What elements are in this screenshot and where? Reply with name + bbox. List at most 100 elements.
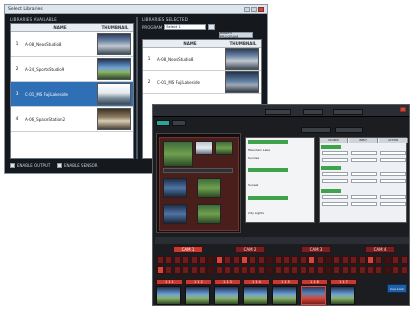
pad-button[interactable] [232, 266, 240, 274]
pad-button[interactable] [173, 256, 181, 264]
pad-button[interactable] [316, 256, 324, 264]
pad-button[interactable] [308, 256, 316, 264]
pad-button[interactable] [400, 266, 408, 274]
pad-button[interactable] [291, 256, 299, 264]
pad-button[interactable] [241, 266, 248, 274]
grid-cell[interactable] [351, 172, 377, 176]
library-row-selected[interactable]: 3 C-01_MS FujiLakeside [11, 82, 133, 107]
pad-button[interactable] [283, 256, 290, 264]
pad-button[interactable] [333, 266, 341, 274]
pad-button[interactable] [215, 266, 223, 274]
cue-thumbnail[interactable] [330, 286, 355, 305]
library-row[interactable]: 1 A-08_NeosStudio8 [11, 32, 133, 57]
pad-button[interactable] [165, 266, 173, 274]
tree-item[interactable]: Sunset [248, 182, 258, 187]
pad-button[interactable] [367, 256, 374, 264]
pad-button[interactable] [383, 266, 391, 274]
toolbar-button[interactable] [301, 127, 331, 133]
program-dropdown[interactable]: Select 1 [164, 24, 207, 30]
grid-cell[interactable] [351, 151, 377, 155]
pad-button[interactable] [392, 256, 400, 264]
cue-header[interactable]: 1 1 7 [330, 279, 357, 285]
library-row[interactable]: 4 A-06_SpaceStation2 [11, 107, 133, 132]
cue-header[interactable]: 1 1 5 [272, 279, 299, 285]
pad-button[interactable] [241, 256, 248, 264]
pad-button[interactable] [367, 266, 374, 274]
cue-header[interactable]: 1 1 4 [243, 279, 270, 285]
pad-button[interactable] [182, 266, 190, 274]
pad-button[interactable] [358, 256, 366, 264]
tree-item[interactable]: Sunrise [248, 155, 259, 160]
grid-cell[interactable] [351, 158, 377, 162]
pad-button[interactable] [350, 256, 358, 264]
enable-sensor-checkbox[interactable]: ENABLE SENSOR [57, 163, 98, 168]
pad-button[interactable] [325, 256, 332, 264]
pad-button[interactable] [375, 266, 383, 274]
pad-button[interactable] [358, 266, 366, 274]
selected-library-row[interactable]: 1 A-08_NeosStudio8 [143, 48, 261, 71]
pad-button[interactable] [266, 256, 274, 264]
zone-thumbnail[interactable] [163, 204, 187, 224]
pad-button[interactable] [207, 256, 215, 264]
grid-cell[interactable] [351, 202, 377, 206]
pad-button[interactable] [157, 256, 164, 264]
cue-thumbnail-active[interactable] [301, 286, 326, 305]
pad-button[interactable] [266, 266, 274, 274]
pad-button[interactable] [333, 256, 341, 264]
grid-cell[interactable] [380, 151, 406, 155]
pad-button[interactable] [274, 256, 282, 264]
minimize-icon[interactable] [244, 6, 250, 12]
insert-program-button[interactable]: INSERT PROGRAM [219, 31, 253, 39]
close-icon[interactable] [400, 107, 406, 112]
zone-thumbnail[interactable] [215, 141, 233, 155]
pad-button[interactable] [199, 266, 206, 274]
pad-button[interactable] [249, 256, 257, 264]
pad-button[interactable] [316, 266, 324, 274]
pad-button[interactable] [232, 256, 240, 264]
checkbox-icon[interactable] [57, 163, 62, 168]
library-row[interactable]: 2 A-24_SportsStudio9 [11, 57, 133, 82]
pad-button[interactable] [157, 266, 164, 274]
cue-thumbnail[interactable] [272, 286, 297, 305]
pad-button[interactable] [308, 266, 316, 274]
pad-button[interactable] [249, 266, 257, 274]
grid-cell[interactable] [322, 172, 348, 176]
pad-button[interactable] [224, 266, 232, 274]
cue-header[interactable]: 1 1 6 [301, 279, 328, 285]
bank-tab[interactable]: CAM 1 [173, 246, 203, 253]
program-add-button[interactable] [208, 24, 216, 30]
maximize-icon[interactable] [251, 6, 257, 12]
toolbar-field[interactable] [265, 109, 291, 115]
enable-output-checkbox[interactable]: ENABLE OUTPUT [10, 163, 50, 168]
zone-thumbnail[interactable] [163, 141, 193, 167]
toolbar-button[interactable] [333, 109, 363, 115]
bank-tab[interactable]: CAM 2 [235, 246, 265, 253]
grid-cell[interactable] [351, 195, 377, 199]
pad-button[interactable] [341, 256, 349, 264]
checkbox-icon[interactable] [10, 163, 15, 168]
pad-button[interactable] [291, 266, 299, 274]
cue-header[interactable]: 1 1 3 [214, 279, 241, 285]
pad-button[interactable] [199, 256, 206, 264]
pad-button[interactable] [224, 256, 232, 264]
pad-button[interactable] [257, 256, 265, 264]
zone-thumbnail[interactable] [197, 204, 221, 224]
bank-tab[interactable]: CAM 4 [365, 246, 395, 253]
bank-tab[interactable]: CAM 3 [301, 246, 331, 253]
zone-thumbnail[interactable] [163, 178, 187, 198]
pad-button[interactable] [190, 266, 198, 274]
pad-button[interactable] [299, 266, 307, 274]
pad-button[interactable] [299, 256, 307, 264]
cue-header[interactable]: 1 1 2 [185, 279, 212, 285]
pad-button[interactable] [341, 266, 349, 274]
pad-button[interactable] [400, 256, 408, 264]
cue-lock-button[interactable]: Cue Lock [387, 284, 407, 293]
toolbar-button[interactable] [303, 109, 323, 115]
pad-button[interactable] [375, 256, 383, 264]
pad-button[interactable] [182, 256, 190, 264]
pad-button[interactable] [392, 266, 400, 274]
grid-cell[interactable] [380, 202, 406, 206]
pad-button[interactable] [173, 266, 181, 274]
grid-cell[interactable] [322, 158, 348, 162]
grid-cell[interactable] [380, 179, 406, 183]
